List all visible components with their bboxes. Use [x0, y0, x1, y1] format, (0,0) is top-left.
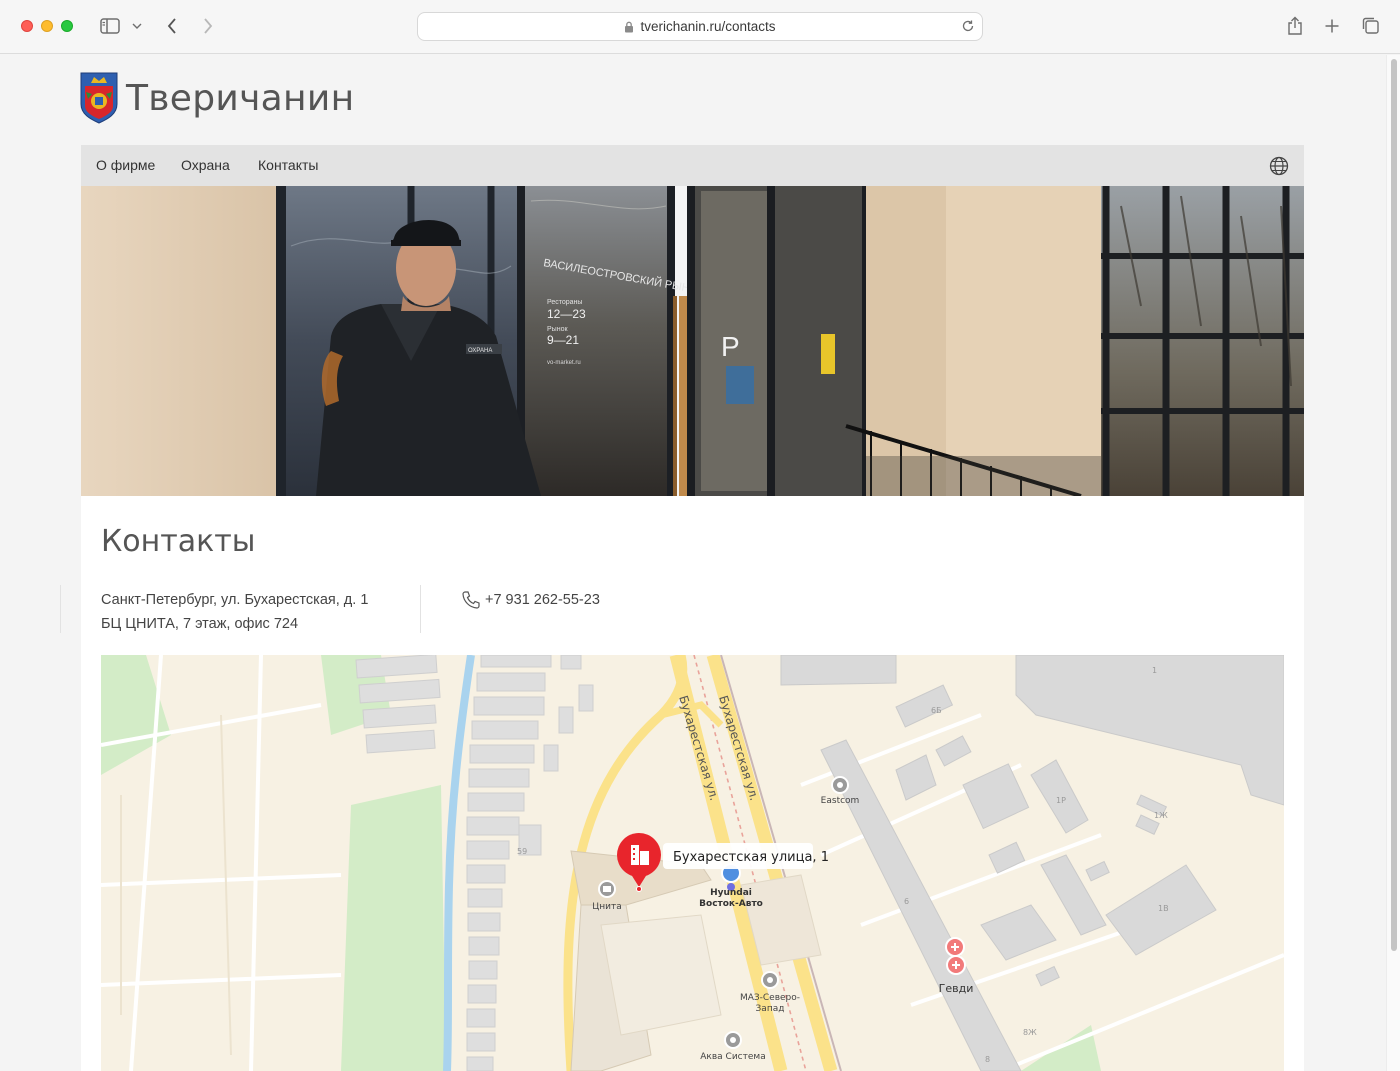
hero-sign-restaurant-label: Рестораны	[547, 299, 582, 306]
reload-icon[interactable]	[961, 19, 975, 33]
hero-sign-site: vo-market.ru	[547, 360, 581, 366]
hero-guard-patch-text: ОХРАНА	[468, 348, 492, 354]
map-house-59: 59	[517, 847, 527, 856]
contacts-section: Контакты Санкт-Петербург, ул. Бухарестск…	[60, 496, 1304, 1071]
svg-text:Hyundai: Hyundai	[710, 888, 752, 898]
coat-of-arms-icon	[80, 72, 118, 124]
close-window-button[interactable]	[21, 20, 33, 32]
forward-icon[interactable]	[200, 14, 216, 38]
main-navigation: О фирме Охрана Контакты	[81, 145, 1304, 186]
hero-sign-market-hours: 9—21	[547, 333, 579, 347]
address-line-2: БЦ ЦНИТА, 7 этаж, офис 724	[101, 616, 299, 632]
phone-link[interactable]: +7 931 262-55-23	[461, 590, 600, 610]
nav-item-security[interactable]: Охрана	[181, 157, 230, 173]
map-house-1: 1	[1152, 666, 1157, 675]
svg-text:Гевди: Гевди	[939, 982, 974, 995]
address-bar[interactable]: tverichanin.ru/contacts	[417, 12, 983, 41]
svg-text:МАЗ-Северо-: МАЗ-Северо-	[740, 993, 800, 1003]
hero-sign-restaurant-hours: 12—23	[547, 307, 586, 321]
url-text: tverichanin.ru/contacts	[640, 19, 776, 34]
hero-photo: ВАСИЛЕОСТРОВСКИЙ РЫНОК Рестораны 12—23 Р…	[81, 186, 1304, 496]
lock-icon	[624, 21, 634, 33]
zoom-window-button[interactable]	[61, 20, 73, 32]
svg-text:Восток-Авто: Восток-Авто	[699, 899, 763, 909]
globe-icon[interactable]	[1269, 156, 1289, 181]
back-icon[interactable]	[164, 14, 180, 38]
divider-left	[60, 585, 61, 633]
chevron-down-icon[interactable]	[131, 14, 143, 38]
yandex-map[interactable]: Бухарестская ул. Бухарестская ул. 1 6Б 1…	[101, 655, 1284, 1071]
hero-sign-market-label: Рынок	[547, 326, 568, 333]
address-line-1: Санкт-Петербург, ул. Бухарестская, д. 1	[101, 592, 369, 608]
tab-overview-icon[interactable]	[1360, 14, 1382, 38]
nav-item-about[interactable]: О фирме	[96, 157, 155, 173]
map-house-6b: 6Б	[931, 706, 942, 715]
minimize-window-button[interactable]	[41, 20, 53, 32]
map-marker-label: Бухарестская улица, 1	[673, 850, 829, 865]
map-house-8zh: 8Ж	[1023, 1028, 1037, 1037]
map-house-1zh: 1Ж	[1154, 811, 1168, 820]
svg-text:Аква Система: Аква Система	[700, 1052, 765, 1062]
address-block: Санкт-Петербург, ул. Бухарестская, д. 1 …	[101, 588, 368, 636]
site-title: Тверичанин	[126, 77, 355, 119]
svg-text:Цнита: Цнита	[592, 902, 621, 912]
map-house-6: 6	[904, 897, 909, 906]
svg-text:Eastcom: Eastcom	[821, 796, 860, 806]
map-house-8: 8	[985, 1055, 990, 1064]
hero-door-logo: P	[721, 331, 740, 362]
nav-item-contacts[interactable]: Контакты	[258, 157, 318, 173]
share-icon[interactable]	[1285, 14, 1305, 38]
phone-icon	[462, 591, 480, 609]
scrollbar-thumb[interactable]	[1391, 59, 1397, 951]
browser-toolbar: tverichanin.ru/contacts	[0, 0, 1400, 54]
new-tab-icon[interactable]	[1322, 14, 1342, 38]
svg-text:Запад: Запад	[756, 1004, 785, 1014]
phone-number: +7 931 262-55-23	[485, 592, 600, 608]
map-house-1r: 1Р	[1056, 796, 1066, 805]
page-title: Контакты	[101, 524, 256, 559]
scrollbar[interactable]	[1386, 55, 1400, 1071]
sidebar-toggle-icon[interactable]	[99, 14, 121, 38]
map-house-1v: 1В	[1158, 904, 1169, 913]
divider-middle	[420, 585, 421, 633]
site-logo-link[interactable]: Тверичанин	[80, 72, 354, 124]
